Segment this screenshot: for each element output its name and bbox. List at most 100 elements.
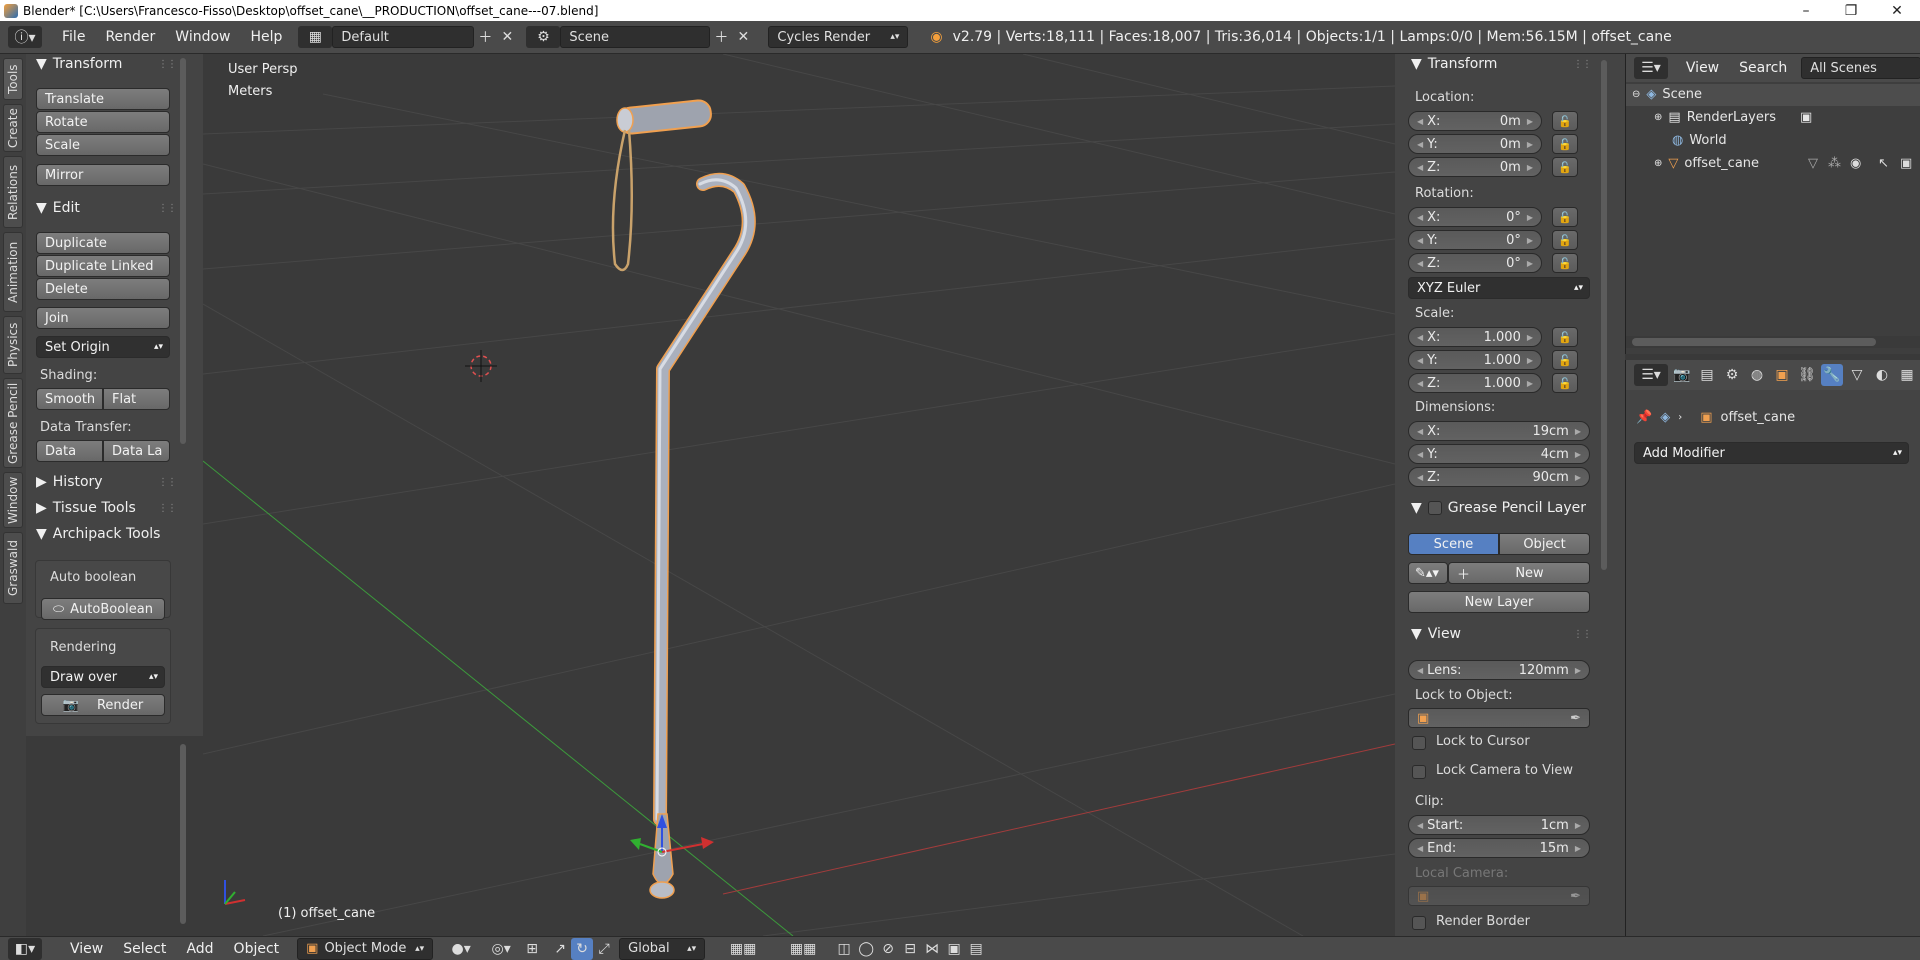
n-view-header[interactable]: ▼ View ⋮⋮ [1411,626,1592,642]
tool-shelf-scrollbar[interactable] [180,58,186,444]
translate-button[interactable]: Translate [36,88,170,110]
layout-select[interactable]: Default [332,26,475,48]
rotate-manipulator-icon[interactable]: ↻ [571,937,594,960]
rotate-button[interactable]: Rotate [36,111,170,133]
data-layers-button[interactable]: Data La [103,440,170,462]
edit-panel-header[interactable]: ▼ Edit ⋮⋮ [36,200,177,216]
snap-target-icon[interactable]: ⋈ [921,938,943,960]
outliner-world-row[interactable]: ◍ World [1672,133,1727,148]
transform-panel-header[interactable]: ▼ Transform ⋮⋮ [36,56,177,72]
tab-window[interactable]: Window [3,472,23,528]
draw-over-dropdown[interactable]: Draw over ▴▾ [41,666,165,688]
join-button[interactable]: Join [36,307,170,329]
renderlayer-toggle-icon[interactable]: ▣ [1800,110,1812,125]
outliner-view-menu[interactable]: View [1676,60,1729,76]
lock-location-z-icon[interactable]: 🔓 [1552,157,1578,177]
material-tab-icon[interactable]: ◐ [1871,364,1893,386]
render-border-checkbox[interactable] [1412,916,1426,930]
3d-viewport[interactable]: User Persp Meters (1) offset_cane [203,54,1395,936]
data-tab-icon[interactable]: ▽ [1846,364,1868,386]
clip-end-field[interactable]: ◀ End: 15m ▶ [1408,838,1590,858]
lock-scale-x-icon[interactable]: 🔓 [1552,327,1578,347]
lock-rotation-z-icon[interactable]: 🔓 [1552,253,1578,273]
delete-button[interactable]: Delete [36,278,170,300]
location-z-field[interactable]: ◀ Z: 0m ▶ [1408,157,1542,177]
outliner-renderlayers-row[interactable]: ⊕ ▤ RenderLayers ▣ [1654,110,1812,125]
duplicate-linked-button[interactable]: Duplicate Linked [36,255,170,277]
display-mode-select[interactable]: All Scenes [1801,57,1920,79]
minimize-button[interactable]: – [1783,0,1829,21]
set-origin-dropdown[interactable]: Set Origin ▴▾ [36,336,170,358]
rotation-mode-dropdown[interactable]: XYZ Euler ▴▾ [1408,277,1590,299]
scale-manipulator-icon[interactable]: ⤢ [593,938,615,960]
menu-select[interactable]: Select [113,941,176,957]
tab-animation[interactable]: Animation [3,232,23,312]
collapse-icon[interactable]: ⊖ [1632,89,1640,100]
mesh-data-icon[interactable]: ▽ [1808,156,1818,171]
location-x-field[interactable]: ◀ X: 0m ▶ [1408,111,1542,131]
menu-help[interactable]: Help [240,29,292,45]
render-button[interactable]: 📷 Render [41,694,165,716]
3d-cursor[interactable] [465,350,497,382]
view3d-editor-icon[interactable]: ◧▾ [8,937,42,960]
rotation-z-field[interactable]: ◀ Z: 0° ▶ [1408,253,1542,273]
offset-cane-object[interactable] [611,99,756,899]
selectable-cursor-icon[interactable]: ↖ [1878,156,1889,171]
orientation-select[interactable]: Global ▴▾ [619,937,706,960]
add-modifier-dropdown[interactable]: Add Modifier ▴▾ [1634,442,1909,464]
gp-scene-tab[interactable]: Scene [1408,533,1499,555]
outliner-object-row[interactable]: ⊕ ▽ offset_cane [1654,156,1759,171]
expand-icon[interactable]: ⊕ [1654,112,1662,123]
info-editor-icon[interactable]: ⓘ▾ [8,26,42,48]
expand-object-icon[interactable]: ⊕ [1654,158,1662,169]
tab-physics[interactable]: Physics [3,316,23,374]
archipack-panel-header[interactable]: ▼ Archipack Tools [36,526,176,542]
layers-grid-icon[interactable]: ▦▦ [713,938,773,960]
outliner-editor-icon[interactable]: ☰▾ [1634,57,1668,79]
opengl-render-icon[interactable]: ▣ [943,938,965,960]
tab-graswald[interactable]: Graswald [3,532,23,604]
clip-start-field[interactable]: ◀ Start: 1cm ▶ [1408,815,1590,835]
pivot-point-icon[interactable]: ◎▾ [481,938,521,960]
rotation-y-field[interactable]: ◀ Y: 0° ▶ [1408,230,1542,250]
auto-boolean-button[interactable]: ⬭ AutoBoolean [41,598,165,620]
scale-x-field[interactable]: ◀ X: 1.000 ▶ [1408,327,1542,347]
texture-tab-icon[interactable]: ▦ [1896,364,1918,386]
dimension-x-field[interactable]: ◀ X: 19cm ▶ [1408,421,1590,441]
scale-y-field[interactable]: ◀ Y: 1.000 ▶ [1408,350,1542,370]
dimension-y-field[interactable]: ◀ Y: 4cm ▶ [1408,444,1590,464]
snap-icon[interactable]: ⊘ [877,938,899,960]
tab-tools[interactable]: Tools [3,58,23,100]
scene-icon[interactable]: ⚙ [526,26,561,48]
menu-render[interactable]: Render [95,29,165,45]
lock-rotation-y-icon[interactable]: 🔓 [1552,230,1578,250]
menu-window[interactable]: Window [165,29,240,45]
properties-shelf-scrollbar[interactable] [1601,60,1607,570]
manipulator-toggle-icon[interactable]: ⊞ [521,938,543,960]
visibility-eye-icon[interactable]: ◉ [1850,156,1861,171]
menu-view[interactable]: View [60,941,113,957]
tab-relations[interactable]: Relations [3,156,23,228]
scale-z-field[interactable]: ◀ Z: 1.000 ▶ [1408,373,1542,393]
close-window-button[interactable]: ✕ [1874,0,1920,21]
scene-select[interactable]: Scene [560,26,711,48]
smooth-button[interactable]: Smooth [36,388,103,410]
add-scene-icon[interactable]: ＋ [710,26,732,48]
remove-scene-icon[interactable]: ✕ [732,26,754,48]
rotation-x-field[interactable]: ◀ X: 0° ▶ [1408,207,1542,227]
screen-layout-icon[interactable]: ▦ [298,26,333,48]
constraints-tab-icon[interactable]: ⛓ [1796,364,1818,386]
menu-add[interactable]: Add [176,941,223,957]
lock-object-field[interactable]: ▣ ✒ [1408,708,1590,728]
duplicate-button[interactable]: Duplicate [36,232,170,254]
render-engine-select[interactable]: Cycles Render ▴▾ [768,26,909,48]
properties-editor-icon[interactable]: ☰▾ [1634,364,1668,386]
dimension-z-field[interactable]: ◀ Z: 90cm ▶ [1408,467,1590,487]
lock-location-x-icon[interactable]: 🔓 [1552,111,1578,131]
add-layout-icon[interactable]: ＋ [474,26,496,48]
lock-rotation-x-icon[interactable]: 🔓 [1552,207,1578,227]
lock-to-cursor-checkbox[interactable] [1412,736,1426,750]
scene-tab-icon[interactable]: ⚙ [1721,364,1743,386]
tab-grease-pencil[interactable]: Grease Pencil [3,378,23,468]
eyedropper-icon[interactable]: ✒ [1570,711,1581,726]
